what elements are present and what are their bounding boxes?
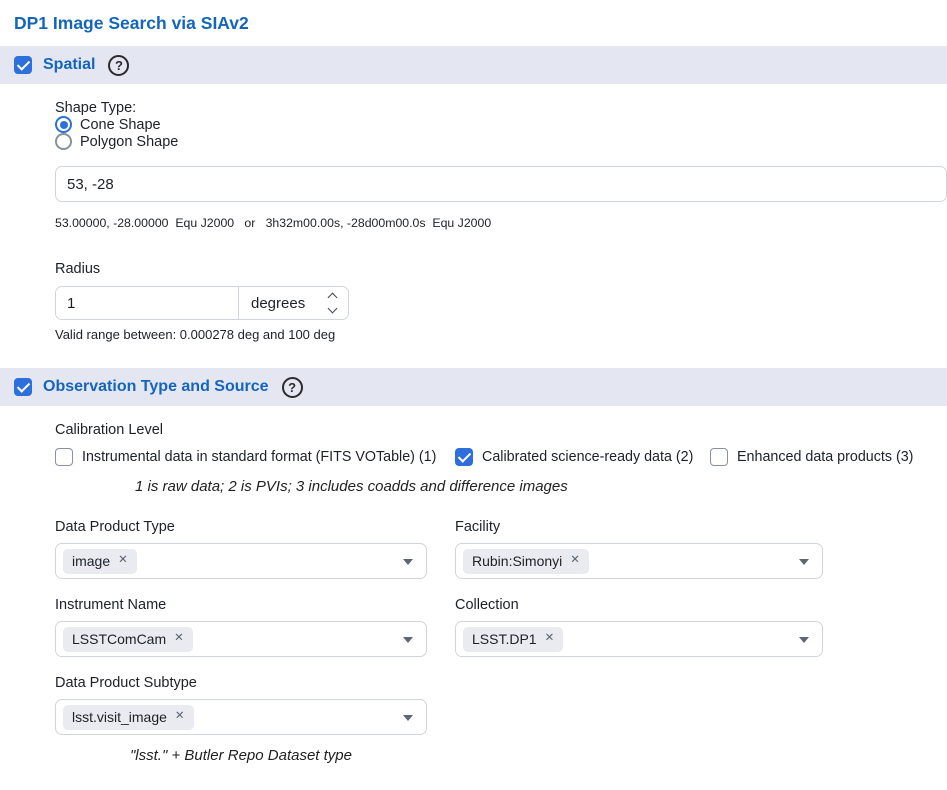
coords-example-text: 53.00000, -28.00000 Equ J2000 or 3h32m00… bbox=[55, 216, 947, 230]
chevron-down-icon bbox=[799, 637, 809, 643]
observation-enabled-checkbox[interactable] bbox=[14, 378, 32, 396]
chevron-down-icon bbox=[403, 559, 413, 565]
chip-remove-icon[interactable]: ✕ bbox=[175, 711, 185, 723]
shape-type-row: Shape Type: Cone Shape Polygon Shape bbox=[55, 100, 947, 150]
chip-remove-icon[interactable]: ✕ bbox=[570, 555, 580, 567]
shape-type-label: Shape Type: bbox=[55, 100, 136, 116]
spatial-section-title: Spatial bbox=[43, 56, 95, 74]
facility-select[interactable]: Rubin:Simonyi ✕ bbox=[455, 543, 823, 579]
instrument-name-label: Instrument Name bbox=[55, 597, 427, 613]
checkbox-label: Instrumental data in standard format (FI… bbox=[82, 449, 436, 465]
observation-section-header: Observation Type and Source ? bbox=[0, 368, 947, 406]
spatial-section-body: Shape Type: Cone Shape Polygon Shape 53.… bbox=[0, 84, 947, 368]
instrument-name-field: Instrument Name LSSTComCam ✕ bbox=[55, 597, 427, 657]
calibration-level-label: Calibration Level bbox=[55, 422, 947, 438]
data-product-type-field: Data Product Type image ✕ bbox=[55, 519, 427, 579]
data-product-subtype-label: Data Product Subtype bbox=[55, 675, 427, 691]
observation-section-title: Observation Type and Source bbox=[43, 378, 269, 396]
instrument-name-select[interactable]: LSSTComCam ✕ bbox=[55, 621, 427, 657]
chip-label: LSSTComCam bbox=[72, 631, 166, 647]
radius-input-group: degrees bbox=[55, 286, 349, 320]
observation-fields-grid: Data Product Type image ✕ Facility Rubin… bbox=[55, 519, 947, 735]
chevron-down-icon bbox=[403, 715, 413, 721]
chip-label: LSST.DP1 bbox=[472, 631, 537, 647]
radio-label: Cone Shape bbox=[80, 117, 161, 133]
help-icon[interactable]: ? bbox=[108, 55, 129, 76]
chip-rubin-simonyi: Rubin:Simonyi ✕ bbox=[463, 549, 589, 574]
spatial-enabled-checkbox[interactable] bbox=[14, 56, 32, 74]
collection-label: Collection bbox=[455, 597, 823, 613]
chip-lsst-dp1: LSST.DP1 ✕ bbox=[463, 627, 563, 652]
image-search-panel: DP1 Image Search via SIAv2 Spatial ? Sha… bbox=[0, 0, 947, 790]
facility-label: Facility bbox=[455, 519, 823, 535]
radius-unit-value: degrees bbox=[251, 295, 305, 312]
chip-image: image ✕ bbox=[63, 549, 137, 574]
radio-icon bbox=[55, 133, 72, 150]
spatial-section-header: Spatial ? bbox=[0, 46, 947, 84]
radio-label: Polygon Shape bbox=[80, 134, 178, 150]
collection-field: Collection LSST.DP1 ✕ bbox=[455, 597, 823, 657]
chip-label: lsst.visit_image bbox=[72, 709, 167, 725]
help-icon[interactable]: ? bbox=[282, 377, 303, 398]
radius-input[interactable] bbox=[56, 287, 238, 319]
chip-remove-icon[interactable]: ✕ bbox=[545, 633, 555, 645]
checkbox-icon bbox=[710, 448, 728, 466]
chip-remove-icon[interactable]: ✕ bbox=[118, 555, 128, 567]
data-product-type-select[interactable]: image ✕ bbox=[55, 543, 427, 579]
collection-select[interactable]: LSST.DP1 ✕ bbox=[455, 621, 823, 657]
radius-range-text: Valid range between: 0.000278 deg and 10… bbox=[55, 327, 947, 342]
calibration-note: 1 is raw data; 2 is PVIs; 3 includes coa… bbox=[135, 478, 947, 495]
checkbox-label: Enhanced data products (3) bbox=[737, 449, 913, 465]
page-title: DP1 Image Search via SIAv2 bbox=[0, 0, 947, 46]
chevron-down-icon bbox=[328, 304, 338, 314]
checkbox-icon bbox=[55, 448, 73, 466]
chip-label: image bbox=[72, 553, 110, 569]
chevron-down-icon bbox=[403, 637, 413, 643]
polygon-shape-radio[interactable]: Polygon Shape bbox=[55, 133, 947, 150]
calibration-checkbox-calibrated[interactable]: Calibrated science-ready data (2) bbox=[455, 448, 710, 466]
chip-lsstcomcam: LSSTComCam ✕ bbox=[63, 627, 193, 652]
calibration-options-row: Instrumental data in standard format (FI… bbox=[55, 448, 947, 466]
unit-stepper-icon[interactable] bbox=[329, 294, 338, 312]
target-coords-input[interactable] bbox=[55, 166, 947, 202]
checkbox-label: Calibrated science-ready data (2) bbox=[482, 449, 693, 465]
calibration-checkbox-enhanced[interactable]: Enhanced data products (3) bbox=[710, 448, 913, 466]
chevron-up-icon bbox=[328, 293, 338, 303]
chip-label: Rubin:Simonyi bbox=[472, 553, 562, 569]
checkbox-icon bbox=[455, 448, 473, 466]
observation-section-body: Calibration Level Instrumental data in s… bbox=[0, 406, 947, 790]
chip-remove-icon[interactable]: ✕ bbox=[174, 633, 184, 645]
radius-label: Radius bbox=[55, 261, 947, 277]
chevron-down-icon bbox=[799, 559, 809, 565]
subtype-note: "lsst." + Butler Repo Dataset type bbox=[55, 747, 427, 764]
radio-icon bbox=[55, 116, 72, 133]
data-product-type-label: Data Product Type bbox=[55, 519, 427, 535]
calibration-checkbox-instrumental[interactable]: Instrumental data in standard format (FI… bbox=[55, 448, 455, 466]
radius-unit-select[interactable]: degrees bbox=[238, 287, 348, 319]
chip-lsst-visit-image: lsst.visit_image ✕ bbox=[63, 705, 194, 730]
data-product-subtype-select[interactable]: lsst.visit_image ✕ bbox=[55, 699, 427, 735]
data-product-subtype-field: Data Product Subtype lsst.visit_image ✕ bbox=[55, 675, 427, 735]
cone-shape-radio[interactable]: Cone Shape bbox=[55, 116, 947, 133]
facility-field: Facility Rubin:Simonyi ✕ bbox=[455, 519, 823, 579]
